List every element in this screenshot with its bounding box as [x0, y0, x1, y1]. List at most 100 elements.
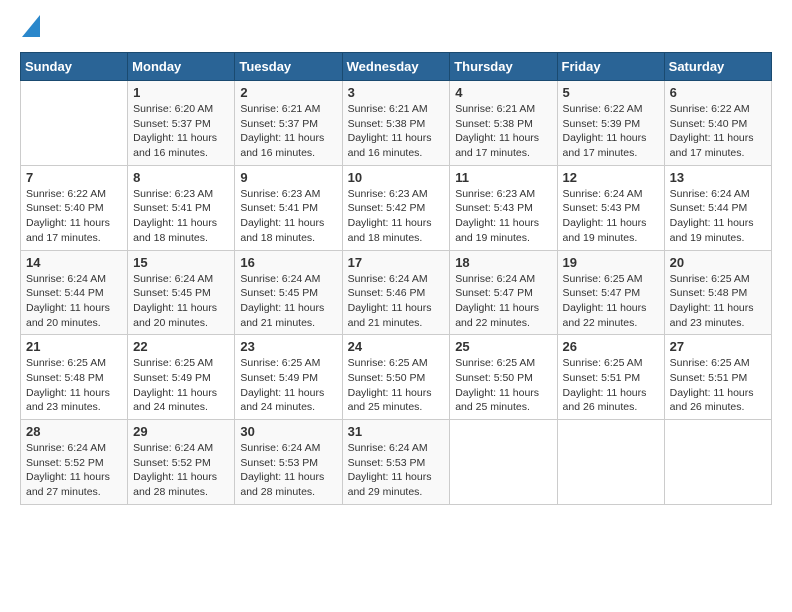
day-number: 1 — [133, 85, 229, 100]
day-info: Sunrise: 6:20 AMSunset: 5:37 PMDaylight:… — [133, 102, 229, 161]
calendar-day-cell — [21, 81, 128, 166]
calendar-day-header: Friday — [557, 53, 664, 81]
day-info: Sunrise: 6:21 AMSunset: 5:38 PMDaylight:… — [348, 102, 445, 161]
day-info: Sunrise: 6:24 AMSunset: 5:43 PMDaylight:… — [563, 187, 659, 246]
calendar-day-cell — [664, 420, 771, 505]
day-number: 2 — [240, 85, 336, 100]
calendar-day-cell: 21Sunrise: 6:25 AMSunset: 5:48 PMDayligh… — [21, 335, 128, 420]
day-number: 8 — [133, 170, 229, 185]
calendar-day-cell: 20 Sunrise: 6:25 AMSunset: 5:48 PMDayligh… — [664, 250, 771, 335]
calendar-day-cell: 15Sunrise: 6:24 AMSunset: 5:45 PMDayligh… — [128, 250, 235, 335]
day-info: Sunrise: 6:24 AMSunset: 5:45 PMDaylight:… — [240, 272, 336, 331]
day-info: Sunrise: 6:24 AMSunset: 5:53 PMDaylight:… — [348, 441, 445, 500]
day-number: 18 — [455, 255, 551, 270]
day-info: Sunrise: 6:23 AMSunset: 5:43 PMDaylight:… — [455, 187, 551, 246]
day-info: Sunrise: 6:25 AMSunset: 5:47 PMDaylight:… — [563, 272, 659, 331]
calendar-table: SundayMondayTuesdayWednesdayThursdayFrid… — [20, 52, 772, 505]
calendar-day-header: Sunday — [21, 53, 128, 81]
day-number: 7 — [26, 170, 122, 185]
day-number: 21 — [26, 339, 122, 354]
day-number: 14 — [26, 255, 122, 270]
calendar-day-cell — [450, 420, 557, 505]
day-number: 6 — [670, 85, 766, 100]
calendar-day-cell — [557, 420, 664, 505]
day-info: Sunrise: 6:23 AMSunset: 5:42 PMDaylight:… — [348, 187, 445, 246]
day-number: 9 — [240, 170, 336, 185]
calendar-day-cell: 19 Sunrise: 6:25 AMSunset: 5:47 PMDayligh… — [557, 250, 664, 335]
calendar-day-cell: 2 Sunrise: 6:21 AMSunset: 5:37 PMDaylight… — [235, 81, 342, 166]
day-number: 23 — [240, 339, 336, 354]
calendar-day-cell: 8Sunrise: 6:23 AMSunset: 5:41 PMDaylight… — [128, 165, 235, 250]
calendar-day-cell: 3 Sunrise: 6:21 AMSunset: 5:38 PMDaylight… — [342, 81, 450, 166]
day-number: 31 — [348, 424, 445, 439]
calendar-day-cell: 1 Sunrise: 6:20 AMSunset: 5:37 PMDaylight… — [128, 81, 235, 166]
day-number: 4 — [455, 85, 551, 100]
day-info: Sunrise: 6:21 AMSunset: 5:38 PMDaylight:… — [455, 102, 551, 161]
day-info: Sunrise: 6:22 AMSunset: 5:40 PMDaylight:… — [670, 102, 766, 161]
calendar-day-cell: 31 Sunrise: 6:24 AMSunset: 5:53 PMDayligh… — [342, 420, 450, 505]
day-number: 19 — [563, 255, 659, 270]
calendar-day-cell: 16 Sunrise: 6:24 AMSunset: 5:45 PMDayligh… — [235, 250, 342, 335]
day-info: Sunrise: 6:25 AMSunset: 5:48 PMDaylight:… — [670, 272, 766, 331]
logo-arrow-icon — [22, 15, 40, 42]
day-info: Sunrise: 6:22 AMSunset: 5:40 PMDaylight:… — [26, 187, 122, 246]
day-number: 10 — [348, 170, 445, 185]
calendar-day-cell: 13 Sunrise: 6:24 AMSunset: 5:44 PMDayligh… — [664, 165, 771, 250]
day-info: Sunrise: 6:25 AMSunset: 5:50 PMDaylight:… — [455, 356, 551, 415]
day-number: 3 — [348, 85, 445, 100]
day-number: 30 — [240, 424, 336, 439]
calendar-week-row: 28Sunrise: 6:24 AMSunset: 5:52 PMDayligh… — [21, 420, 772, 505]
calendar-day-header: Tuesday — [235, 53, 342, 81]
day-info: Sunrise: 6:25 AMSunset: 5:50 PMDaylight:… — [348, 356, 445, 415]
page-header — [20, 15, 772, 42]
day-info: Sunrise: 6:24 AMSunset: 5:46 PMDaylight:… — [348, 272, 445, 331]
calendar-day-header: Saturday — [664, 53, 771, 81]
calendar-day-cell: 28Sunrise: 6:24 AMSunset: 5:52 PMDayligh… — [21, 420, 128, 505]
calendar-day-cell: 26Sunrise: 6:25 AMSunset: 5:51 PMDayligh… — [557, 335, 664, 420]
calendar-day-cell: 10 Sunrise: 6:23 AMSunset: 5:42 PMDayligh… — [342, 165, 450, 250]
calendar-day-cell: 18Sunrise: 6:24 AMSunset: 5:47 PMDayligh… — [450, 250, 557, 335]
calendar-day-cell: 25 Sunrise: 6:25 AMSunset: 5:50 PMDayligh… — [450, 335, 557, 420]
calendar-day-cell: 23Sunrise: 6:25 AMSunset: 5:49 PMDayligh… — [235, 335, 342, 420]
day-info: Sunrise: 6:21 AMSunset: 5:37 PMDaylight:… — [240, 102, 336, 161]
calendar-day-cell: 11 Sunrise: 6:23 AMSunset: 5:43 PMDayligh… — [450, 165, 557, 250]
calendar-day-cell: 30 Sunrise: 6:24 AMSunset: 5:53 PMDayligh… — [235, 420, 342, 505]
calendar-day-cell: 4 Sunrise: 6:21 AMSunset: 5:38 PMDaylight… — [450, 81, 557, 166]
day-info: Sunrise: 6:22 AMSunset: 5:39 PMDaylight:… — [563, 102, 659, 161]
day-number: 22 — [133, 339, 229, 354]
calendar-day-cell: 14 Sunrise: 6:24 AMSunset: 5:44 PMDayligh… — [21, 250, 128, 335]
day-number: 25 — [455, 339, 551, 354]
day-info: Sunrise: 6:24 AMSunset: 5:44 PMDaylight:… — [670, 187, 766, 246]
day-number: 28 — [26, 424, 122, 439]
calendar-day-header: Monday — [128, 53, 235, 81]
calendar-day-cell: 27Sunrise: 6:25 AMSunset: 5:51 PMDayligh… — [664, 335, 771, 420]
calendar-day-header: Wednesday — [342, 53, 450, 81]
calendar-day-cell: 7 Sunrise: 6:22 AMSunset: 5:40 PMDaylight… — [21, 165, 128, 250]
logo — [20, 15, 40, 42]
day-info: Sunrise: 6:24 AMSunset: 5:53 PMDaylight:… — [240, 441, 336, 500]
day-number: 13 — [670, 170, 766, 185]
calendar-day-cell: 22 Sunrise: 6:25 AMSunset: 5:49 PMDayligh… — [128, 335, 235, 420]
calendar-day-cell: 12 Sunrise: 6:24 AMSunset: 5:43 PMDayligh… — [557, 165, 664, 250]
day-number: 11 — [455, 170, 551, 185]
calendar-day-cell: 5 Sunrise: 6:22 AMSunset: 5:39 PMDaylight… — [557, 81, 664, 166]
calendar-day-cell: 17 Sunrise: 6:24 AMSunset: 5:46 PMDayligh… — [342, 250, 450, 335]
calendar-header-row: SundayMondayTuesdayWednesdayThursdayFrid… — [21, 53, 772, 81]
day-info: Sunrise: 6:25 AMSunset: 5:49 PMDaylight:… — [133, 356, 229, 415]
day-info: Sunrise: 6:24 AMSunset: 5:45 PMDaylight:… — [133, 272, 229, 331]
day-info: Sunrise: 6:24 AMSunset: 5:44 PMDaylight:… — [26, 272, 122, 331]
calendar-week-row: 7 Sunrise: 6:22 AMSunset: 5:40 PMDaylight… — [21, 165, 772, 250]
calendar-day-cell: 9 Sunrise: 6:23 AMSunset: 5:41 PMDaylight… — [235, 165, 342, 250]
day-number: 12 — [563, 170, 659, 185]
day-number: 29 — [133, 424, 229, 439]
day-number: 17 — [348, 255, 445, 270]
calendar-week-row: 1 Sunrise: 6:20 AMSunset: 5:37 PMDaylight… — [21, 81, 772, 166]
calendar-week-row: 21Sunrise: 6:25 AMSunset: 5:48 PMDayligh… — [21, 335, 772, 420]
day-number: 5 — [563, 85, 659, 100]
calendar-week-row: 14 Sunrise: 6:24 AMSunset: 5:44 PMDayligh… — [21, 250, 772, 335]
day-number: 20 — [670, 255, 766, 270]
calendar-day-cell: 6 Sunrise: 6:22 AMSunset: 5:40 PMDaylight… — [664, 81, 771, 166]
day-number: 16 — [240, 255, 336, 270]
day-info: Sunrise: 6:23 AMSunset: 5:41 PMDaylight:… — [240, 187, 336, 246]
calendar-day-cell: 29Sunrise: 6:24 AMSunset: 5:52 PMDayligh… — [128, 420, 235, 505]
